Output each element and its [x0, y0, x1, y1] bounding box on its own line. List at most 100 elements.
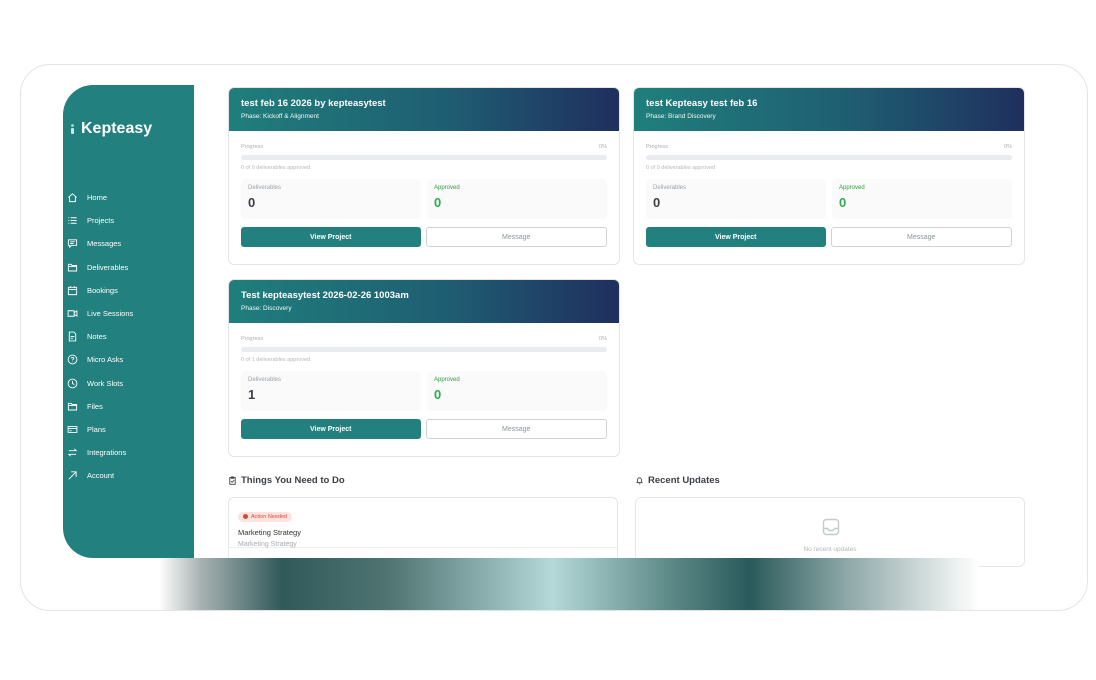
sidebar: Kepteasy Home Projects Messages Delivera… [63, 85, 194, 558]
project-phase: Phase: Brand Discovery [646, 113, 716, 120]
sidebar-item-label: Bookings [87, 285, 118, 295]
progress-bar [646, 155, 1012, 160]
project-card: test Kepteasy test feb 16 Phase: Brand D… [633, 87, 1025, 265]
view-project-button[interactable]: View Project [241, 227, 421, 247]
clipboard-check-icon [229, 476, 236, 485]
todo-title: Things You Need to Do [241, 475, 345, 486]
deliverables-stat: Deliverables 0 [646, 179, 826, 219]
sidebar-item-label: Plans [87, 424, 106, 434]
view-project-button[interactable]: View Project [646, 227, 826, 247]
sidebar-item-notes[interactable]: Notes [67, 325, 192, 348]
progress-percent: 0% [1004, 144, 1012, 150]
sidebar-item-work-slots[interactable]: Work Slots [67, 372, 192, 395]
deliverables-label: Deliverables [248, 185, 282, 191]
sidebar-item-deliverables[interactable]: Deliverables [67, 256, 192, 279]
sidebar-nav: Home Projects Messages Deliverables Book… [67, 186, 192, 487]
sidebar-item-messages[interactable]: Messages [67, 232, 192, 255]
project-card-header: test feb 16 2026 by kepteasytest Phase: … [229, 88, 619, 131]
approved-stat: Approved 0 [832, 179, 1012, 219]
sidebar-item-plans[interactable]: Plans [67, 418, 192, 441]
progress-label: Progress [241, 144, 264, 150]
deliverables-count: 0 [653, 195, 661, 210]
main-content: test feb 16 2026 by kepteasytest Phase: … [194, 65, 1087, 567]
progress-percent: 0% [599, 144, 607, 150]
sidebar-item-integrations[interactable]: Integrations [67, 441, 192, 464]
sidebar-item-label: Projects [87, 216, 115, 226]
sidebar-item-label: Live Sessions [87, 309, 134, 319]
approved-label: Approved [434, 185, 460, 191]
approved-count: 0 [839, 195, 847, 210]
empty-state-text: No recent updates [803, 546, 857, 553]
project-title: test feb 16 2026 by kepteasytest [241, 98, 386, 109]
view-project-button[interactable]: View Project [241, 419, 421, 439]
message-button[interactable]: Message [425, 419, 607, 439]
sidebar-item-files[interactable]: Files [67, 395, 192, 418]
brand-logo[interactable]: Kepteasy [70, 120, 152, 138]
deliverables-stat: Deliverables 1 [241, 371, 421, 411]
updates-section-title: Recent Updates [635, 475, 720, 486]
approved-stat: Approved 0 [427, 371, 607, 411]
message-button[interactable]: Message [425, 227, 607, 247]
sidebar-item-bookings[interactable]: Bookings [67, 279, 192, 302]
deliverables-count: 1 [248, 387, 256, 402]
progress-label: Progress [646, 144, 669, 150]
video-icon [67, 310, 78, 317]
list-icon [68, 217, 77, 224]
note-icon [68, 331, 77, 342]
deliverables-count: 0 [248, 195, 256, 210]
project-title: test Kepteasy test feb 16 [646, 98, 758, 109]
progress-bar [241, 155, 607, 160]
brand-name: Kepteasy [81, 120, 153, 137]
sidebar-item-label: Files [87, 401, 103, 411]
message-button[interactable]: Message [830, 227, 1012, 247]
sidebar-item-home[interactable]: Home [67, 186, 192, 209]
project-phase: Phase: Kickoff & Alignment [241, 113, 319, 120]
todo-list: Action Needed Marketing Strategy Marketi… [228, 497, 618, 567]
arrow-up-right-icon [68, 471, 77, 480]
logo-mark-icon [70, 124, 78, 134]
sidebar-item-label: Messages [87, 239, 122, 249]
bottom-gradient-overlay [159, 558, 979, 610]
sidebar-item-projects[interactable]: Projects [67, 209, 192, 232]
sidebar-item-micro-asks[interactable]: Micro Asks [67, 348, 192, 371]
sidebar-item-label: Work Slots [87, 378, 124, 388]
sidebar-item-label: Account [87, 471, 115, 481]
project-card: test feb 16 2026 by kepteasytest Phase: … [228, 87, 620, 265]
approved-summary: 0 of 0 deliverables approved [646, 165, 716, 171]
action-needed-badge: Action Needed [238, 511, 293, 522]
approved-count: 0 [434, 387, 442, 402]
approved-summary: 0 of 0 deliverables approved [241, 165, 311, 171]
updates-title: Recent Updates [648, 475, 720, 486]
sidebar-item-label: Integrations [87, 448, 127, 458]
sidebar-item-account[interactable]: Account [67, 464, 192, 487]
progress-label: Progress [241, 336, 264, 342]
question-icon [67, 355, 78, 365]
sidebar-item-label: Deliverables [87, 262, 129, 272]
approved-stat: Approved 0 [427, 179, 607, 219]
list-item[interactable]: Action Needed Marketing Strategy Marketi… [229, 498, 617, 548]
pin-icon [243, 514, 248, 519]
approved-summary: 0 of 1 deliverables approved [241, 357, 311, 363]
badge-label: Action Needed [251, 513, 288, 520]
project-phase: Phase: Discovery [241, 305, 292, 312]
deliverables-label: Deliverables [653, 185, 687, 191]
deliverables-label: Deliverables [248, 377, 282, 383]
project-title: Test kepteasytest 2026-02-26 1003am [241, 290, 409, 301]
app-frame: Kepteasy Home Projects Messages Delivera… [20, 64, 1088, 611]
sidebar-item-live-sessions[interactable]: Live Sessions [67, 302, 192, 325]
home-icon [68, 193, 77, 203]
swap-icon [67, 448, 78, 457]
todo-item-subtitle: Marketing Strategy [238, 541, 297, 548]
card-icon [67, 426, 78, 433]
folder-icon [67, 263, 78, 272]
deliverables-stat: Deliverables 0 [241, 179, 421, 219]
clock-icon [67, 378, 78, 388]
recent-updates-panel: No recent updates [635, 497, 1025, 567]
progress-percent: 0% [599, 336, 607, 342]
progress-bar [241, 347, 607, 352]
folder-icon [67, 402, 78, 411]
approved-label: Approved [839, 185, 865, 191]
approved-label: Approved [434, 377, 460, 383]
todo-item-title: Marketing Strategy [238, 528, 301, 537]
approved-count: 0 [434, 195, 442, 210]
